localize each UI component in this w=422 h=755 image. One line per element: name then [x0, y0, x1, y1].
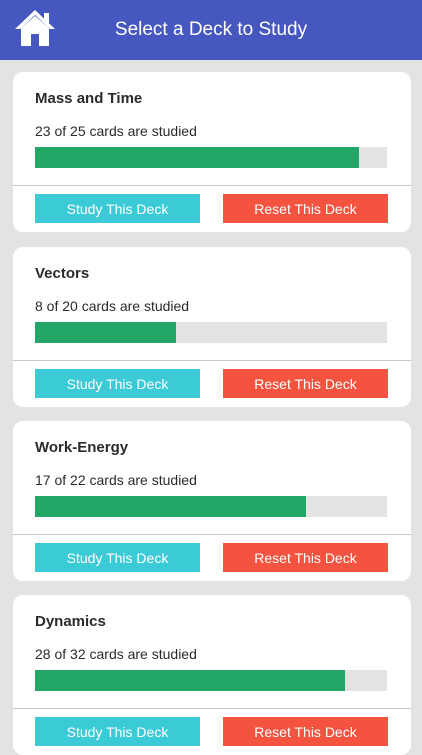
deck-title: Work-Energy [35, 439, 129, 456]
progress-fill [35, 496, 307, 517]
deck-card: Dynamics 28 of 32 cards are studied Stud… [13, 595, 411, 755]
deck-title: Vectors [35, 265, 90, 282]
deck-title: Dynamics [35, 613, 106, 630]
study-deck-button[interactable]: Study This Deck [35, 543, 200, 572]
study-deck-button[interactable]: Study This Deck [35, 717, 200, 746]
study-deck-button[interactable]: Study This Deck [35, 194, 200, 223]
reset-deck-button[interactable]: Reset This Deck [223, 369, 388, 398]
progress-fill [35, 670, 345, 691]
progress-bar [35, 322, 387, 343]
deck-progress-text: 28 of 32 cards are studied [35, 646, 197, 662]
study-deck-button[interactable]: Study This Deck [35, 369, 200, 398]
divider [13, 708, 411, 709]
progress-bar [35, 670, 387, 691]
reset-deck-button[interactable]: Reset This Deck [223, 717, 388, 746]
deck-list: Mass and Time 23 of 25 cards are studied… [0, 60, 422, 755]
deck-card: Vectors 8 of 20 cards are studied Study … [13, 247, 411, 407]
deck-progress-text: 17 of 22 cards are studied [35, 472, 197, 488]
divider [13, 534, 411, 535]
app-header: Select a Deck to Study [0, 0, 422, 60]
deck-progress-text: 8 of 20 cards are studied [35, 298, 190, 314]
deck-card: Work-Energy 17 of 22 cards are studied S… [13, 421, 411, 581]
progress-fill [35, 147, 359, 168]
page-title: Select a Deck to Study [114, 19, 308, 40]
reset-deck-button[interactable]: Reset This Deck [223, 194, 388, 223]
divider [13, 185, 411, 186]
progress-bar [35, 496, 387, 517]
reset-deck-button[interactable]: Reset This Deck [223, 543, 388, 572]
divider [13, 360, 411, 361]
progress-bar [35, 147, 387, 168]
deck-card: Mass and Time 23 of 25 cards are studied… [13, 72, 411, 232]
home-icon[interactable] [14, 8, 56, 48]
progress-fill [35, 322, 176, 343]
deck-progress-text: 23 of 25 cards are studied [35, 123, 197, 139]
deck-title: Mass and Time [35, 90, 143, 107]
